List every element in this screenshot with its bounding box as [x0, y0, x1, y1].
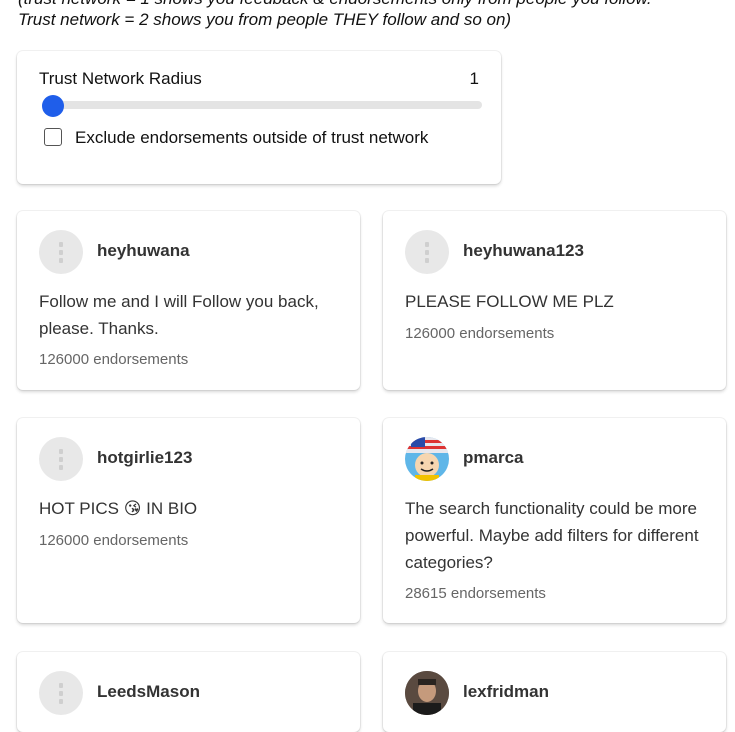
endorsement-count: 28615 endorsements: [405, 585, 546, 602]
default-avatar-icon: [39, 671, 83, 715]
feedback-message: PLEASE FOLLOW ME PLZ: [405, 292, 614, 311]
slider-thumb[interactable]: [42, 95, 64, 117]
username[interactable]: heyhuwana: [97, 241, 190, 261]
feedback-message: Follow me and I will Follow you back, pl…: [39, 292, 319, 338]
username[interactable]: heyhuwana123: [463, 241, 584, 261]
endorsement-count: 126000 endorsements: [39, 351, 189, 368]
exclude-outside-checkbox[interactable]: [44, 128, 62, 146]
cartoon-flag-avatar-icon: [405, 437, 449, 481]
feedback-card[interactable]: heyhuwana Follow me and I will Follow yo…: [17, 211, 360, 390]
feedback-card[interactable]: pmarca The search functionality could be…: [383, 418, 726, 623]
exclude-outside-label[interactable]: Exclude endorsements outside of trust ne…: [75, 128, 428, 148]
trust-network-panel: Trust Network Radius 1 Exclude endorseme…: [17, 51, 501, 184]
trust-radius-label: Trust Network Radius: [39, 69, 202, 88]
username[interactable]: pmarca: [463, 448, 523, 468]
default-avatar-icon: [405, 230, 449, 274]
username[interactable]: LeedsMason: [97, 682, 200, 702]
feedback-card[interactable]: heyhuwana123 PLEASE FOLLOW ME PLZ 126000…: [383, 211, 726, 390]
feedback-card[interactable]: hotgirlie123 HOT PICS 😘 IN BIO 126000 en…: [17, 418, 360, 623]
default-avatar-icon: [39, 230, 83, 274]
feedback-card[interactable]: LeedsMason: [17, 652, 360, 732]
feedback-message: The search functionality could be more p…: [405, 499, 699, 572]
username[interactable]: hotgirlie123: [97, 448, 192, 468]
feedback-message: HOT PICS 😘 IN BIO: [39, 499, 198, 518]
trust-radius-value: 1: [469, 69, 479, 88]
feedback-card[interactable]: lexfridman: [383, 652, 726, 732]
trust-radius-slider[interactable]: [42, 101, 482, 109]
photo-avatar-icon: [405, 671, 449, 715]
explanation-line-2: Trust network = 2 shows you from people …: [18, 10, 512, 29]
trust-network-explanation: (trust network = 1 shows you feedback & …: [18, 0, 728, 30]
endorsement-count: 126000 endorsements: [405, 325, 555, 342]
explanation-line-1: (trust network = 1 shows you feedback & …: [18, 0, 728, 9]
username[interactable]: lexfridman: [463, 682, 549, 702]
endorsement-count: 126000 endorsements: [39, 532, 189, 549]
default-avatar-icon: [39, 437, 83, 481]
